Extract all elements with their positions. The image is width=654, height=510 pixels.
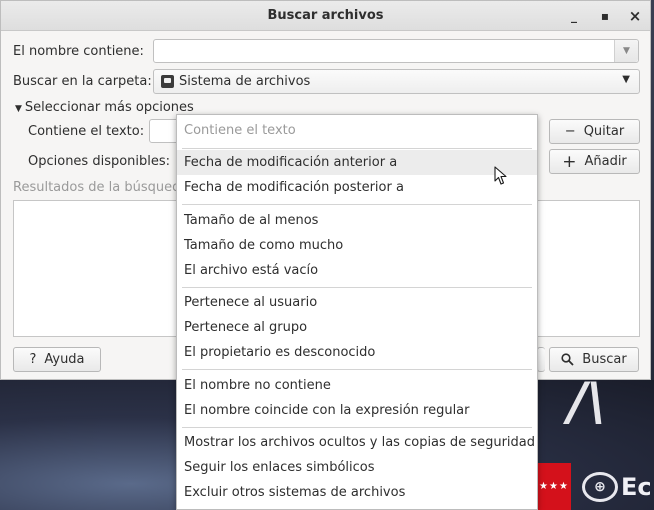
menu-item[interactable]: Seguir los enlaces simbólicos: [177, 455, 537, 480]
desktop-wallpaper-text: Ec: [621, 473, 652, 501]
menu-item[interactable]: Pertenece al grupo: [177, 315, 537, 340]
menu-item[interactable]: El propietario es desconocido: [177, 340, 537, 365]
desktop-wallpaper-red-logo: ★★★: [537, 463, 571, 510]
menu-separator: [182, 369, 532, 370]
available-options-label: Opciones disponibles:: [28, 154, 171, 169]
mouse-pointer-icon: [494, 166, 507, 185]
help-icon: ?: [29, 352, 37, 367]
more-options-label: Seleccionar más opciones: [24, 100, 194, 115]
available-options-menu: Contiene el texto Fecha de modificación …: [176, 114, 538, 510]
menu-item[interactable]: Fecha de modificación anterior a: [177, 150, 537, 175]
remove-button[interactable]: − Quitar: [549, 119, 640, 144]
name-contains-combo[interactable]: ▼: [153, 39, 639, 63]
name-contains-label: El nombre contiene:: [13, 44, 144, 59]
remove-button-label: Quitar: [583, 124, 625, 139]
contains-text-label: Contiene el texto:: [28, 124, 145, 139]
titlebar: Buscar archivos _ ▪ ×: [1, 1, 650, 31]
add-button[interactable]: + Añadir: [549, 149, 640, 174]
menu-item[interactable]: Tamaño de como mucho: [177, 233, 537, 258]
search-button[interactable]: Buscar: [549, 347, 639, 372]
menu-header: Contiene el texto: [184, 123, 296, 138]
menu-item[interactable]: Fecha de modificación posterior a: [177, 175, 537, 200]
menu-item[interactable]: Mostrar los archivos ocultos y las copia…: [177, 430, 537, 455]
results-label: Resultados de la búsqueda: [13, 180, 189, 195]
menu-separator: [182, 287, 532, 288]
desktop-wallpaper-letter: /\: [568, 372, 606, 432]
window-title: Buscar archivos: [267, 8, 384, 23]
search-folder-dropdown[interactable]: Sistema de archivos ▼: [153, 69, 640, 94]
minimize-button[interactable]: _: [564, 6, 584, 26]
chevron-down-icon[interactable]: ▼: [614, 40, 638, 62]
hidden-button-edge[interactable]: [537, 347, 545, 372]
menu-separator: [182, 148, 532, 149]
menu-item[interactable]: Tamaño de al menos: [177, 208, 537, 233]
menu-separator: [182, 204, 532, 205]
help-button-label: Ayuda: [44, 352, 85, 367]
plus-icon: +: [562, 151, 577, 172]
add-button-label: Añadir: [584, 154, 627, 169]
search-folder-value: Sistema de archivos: [179, 74, 311, 89]
menu-item[interactable]: El nombre no contiene: [177, 373, 537, 398]
contains-text-field-edge[interactable]: [149, 119, 179, 143]
more-options-expander[interactable]: ▼ Seleccionar más opciones: [15, 100, 194, 115]
menu-item[interactable]: Pertenece al usuario: [177, 290, 537, 315]
search-folder-label: Buscar en la carpeta:: [13, 74, 152, 89]
menu-item[interactable]: Excluir otros sistemas de archivos: [177, 480, 537, 505]
expander-arrow-icon: ▼: [15, 104, 22, 114]
maximize-button[interactable]: ▪: [595, 6, 615, 26]
search-button-label: Buscar: [582, 352, 627, 367]
menu-separator: [182, 427, 532, 428]
desktop-wallpaper-circle-logo: ⊕: [582, 472, 618, 502]
search-icon: [561, 353, 574, 366]
close-button[interactable]: ×: [625, 6, 645, 26]
menu-item[interactable]: El nombre coincide con la expresión regu…: [177, 398, 537, 423]
help-button[interactable]: ? Ayuda: [13, 347, 101, 372]
minus-icon: −: [564, 124, 576, 139]
chevron-down-icon: ▼: [622, 74, 630, 85]
drive-icon: [161, 75, 174, 88]
menu-item[interactable]: El archivo está vacío: [177, 258, 537, 283]
